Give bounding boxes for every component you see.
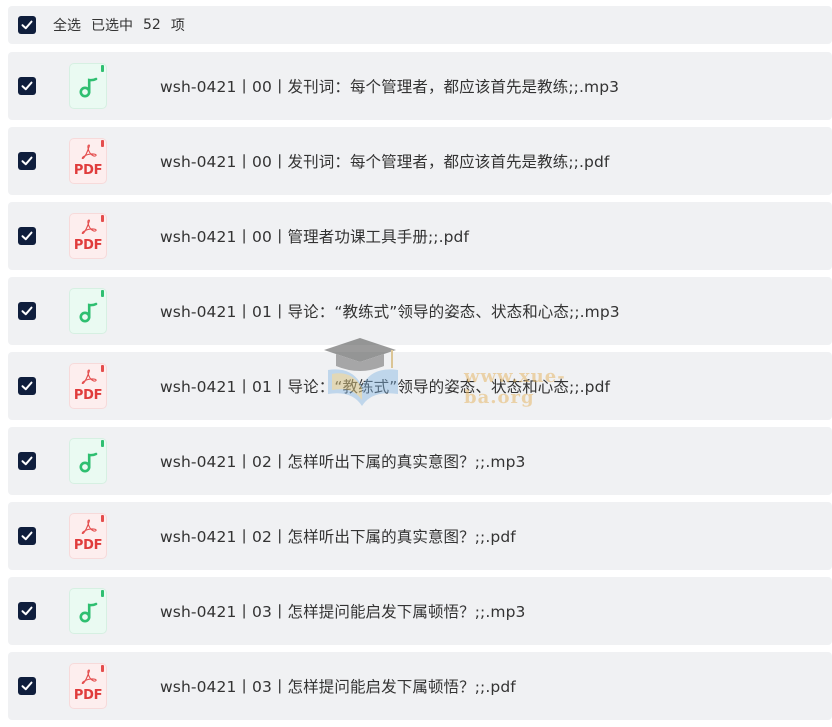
pdf-label: PDF: [73, 388, 103, 403]
file-name[interactable]: wsh-0421丨03丨怎样提问能启发下属顿悟？;;.pdf: [160, 675, 516, 697]
pdf-file-icon: PDF: [69, 513, 107, 559]
file-name[interactable]: wsh-0421丨03丨怎样提问能启发下属顿悟？;;.mp3: [160, 600, 526, 622]
file-row[interactable]: PDF wsh-0421丨00丨发刊词：每个管理者，都应该首先是教练;;.pdf: [8, 127, 832, 195]
file-row[interactable]: PDF wsh-0421丨00丨管理者功课工具手册;;.pdf: [8, 202, 832, 270]
file-row[interactable]: wsh-0421丨02丨怎样听出下属的真实意图？;;.mp3: [8, 427, 832, 495]
check-icon: [21, 306, 33, 316]
audio-file-icon: [69, 63, 107, 109]
file-name[interactable]: wsh-0421丨02丨怎样听出下属的真实意图？;;.mp3: [160, 450, 526, 472]
file-name[interactable]: wsh-0421丨00丨发刊词：每个管理者，都应该首先是教练;;.pdf: [160, 150, 609, 172]
file-checkbox[interactable]: [18, 302, 36, 320]
audio-file-icon: [69, 288, 107, 334]
file-row[interactable]: PDF wsh-0421丨02丨怎样听出下属的真实意图？;;.pdf: [8, 502, 832, 570]
file-row[interactable]: wsh-0421丨01丨导论：“教练式”领导的姿态、状态和心态;;.mp3: [8, 277, 832, 345]
pdf-label: PDF: [73, 688, 103, 703]
pdf-file-icon: PDF: [69, 213, 107, 259]
pdf-file-icon: PDF: [69, 363, 107, 409]
file-checkbox[interactable]: [18, 227, 36, 245]
corner-mark: [101, 365, 104, 372]
file-checkbox[interactable]: [18, 677, 36, 695]
select-all-label[interactable]: 全选: [53, 15, 81, 35]
corner-mark: [101, 65, 104, 72]
corner-mark: [101, 290, 104, 297]
check-icon: [21, 231, 33, 241]
select-all-bar: 全选 已选中 52 项: [8, 6, 832, 44]
file-row[interactable]: wsh-0421丨03丨怎样提问能启发下属顿悟？;;.mp3: [8, 577, 832, 645]
acrobat-icon: [81, 519, 97, 534]
pdf-label: PDF: [73, 163, 103, 178]
select-all-checkbox[interactable]: [18, 16, 36, 34]
corner-mark: [101, 215, 104, 222]
check-icon: [21, 20, 33, 30]
corner-mark: [101, 590, 104, 597]
file-list: wsh-0421丨00丨发刊词：每个管理者，都应该首先是教练;;.mp3 PDF w…: [8, 52, 832, 727]
audio-file-icon: [69, 588, 107, 634]
check-icon: [21, 606, 33, 616]
corner-mark: [101, 665, 104, 672]
music-note-icon: [79, 77, 98, 98]
corner-mark: [101, 440, 104, 447]
corner-mark: [101, 515, 104, 522]
file-checkbox[interactable]: [18, 527, 36, 545]
pdf-file-icon: PDF: [69, 138, 107, 184]
selected-suffix: 项: [170, 18, 185, 34]
file-checkbox[interactable]: [18, 152, 36, 170]
file-row[interactable]: PDF wsh-0421丨03丨怎样提问能启发下属顿悟？;;.pdf: [8, 652, 832, 720]
pdf-label: PDF: [73, 238, 103, 253]
music-note-icon: [79, 302, 98, 323]
file-row[interactable]: wsh-0421丨00丨发刊词：每个管理者，都应该首先是教练;;.mp3: [8, 52, 832, 120]
file-checkbox[interactable]: [18, 602, 36, 620]
file-checkbox[interactable]: [18, 77, 36, 95]
check-icon: [21, 681, 33, 691]
acrobat-icon: [81, 369, 97, 384]
selected-count: 52: [143, 17, 161, 33]
acrobat-icon: [81, 144, 97, 159]
acrobat-icon: [81, 669, 97, 684]
file-checkbox[interactable]: [18, 452, 36, 470]
file-name[interactable]: wsh-0421丨00丨管理者功课工具手册;;.pdf: [160, 225, 469, 247]
file-checkbox[interactable]: [18, 377, 36, 395]
audio-file-icon: [69, 438, 107, 484]
pdf-file-icon: PDF: [69, 663, 107, 709]
corner-mark: [101, 140, 104, 147]
check-icon: [21, 381, 33, 391]
file-name[interactable]: wsh-0421丨00丨发刊词：每个管理者，都应该首先是教练;;.mp3: [160, 75, 619, 97]
file-name[interactable]: wsh-0421丨01丨导论：“教练式”领导的姿态、状态和心态;;.pdf: [160, 375, 610, 397]
check-icon: [21, 456, 33, 466]
pdf-label: PDF: [73, 538, 103, 553]
music-note-icon: [79, 602, 98, 623]
file-name[interactable]: wsh-0421丨02丨怎样听出下属的真实意图？;;.pdf: [160, 525, 516, 547]
check-icon: [21, 81, 33, 91]
selected-prefix: 已选中: [91, 18, 133, 34]
file-name[interactable]: wsh-0421丨01丨导论：“教练式”领导的姿态、状态和心态;;.mp3: [160, 300, 620, 322]
acrobat-icon: [81, 219, 97, 234]
check-icon: [21, 156, 33, 166]
file-row[interactable]: PDF wsh-0421丨01丨导论：“教练式”领导的姿态、状态和心态;;.pdf: [8, 352, 832, 420]
check-icon: [21, 531, 33, 541]
music-note-icon: [79, 452, 98, 473]
